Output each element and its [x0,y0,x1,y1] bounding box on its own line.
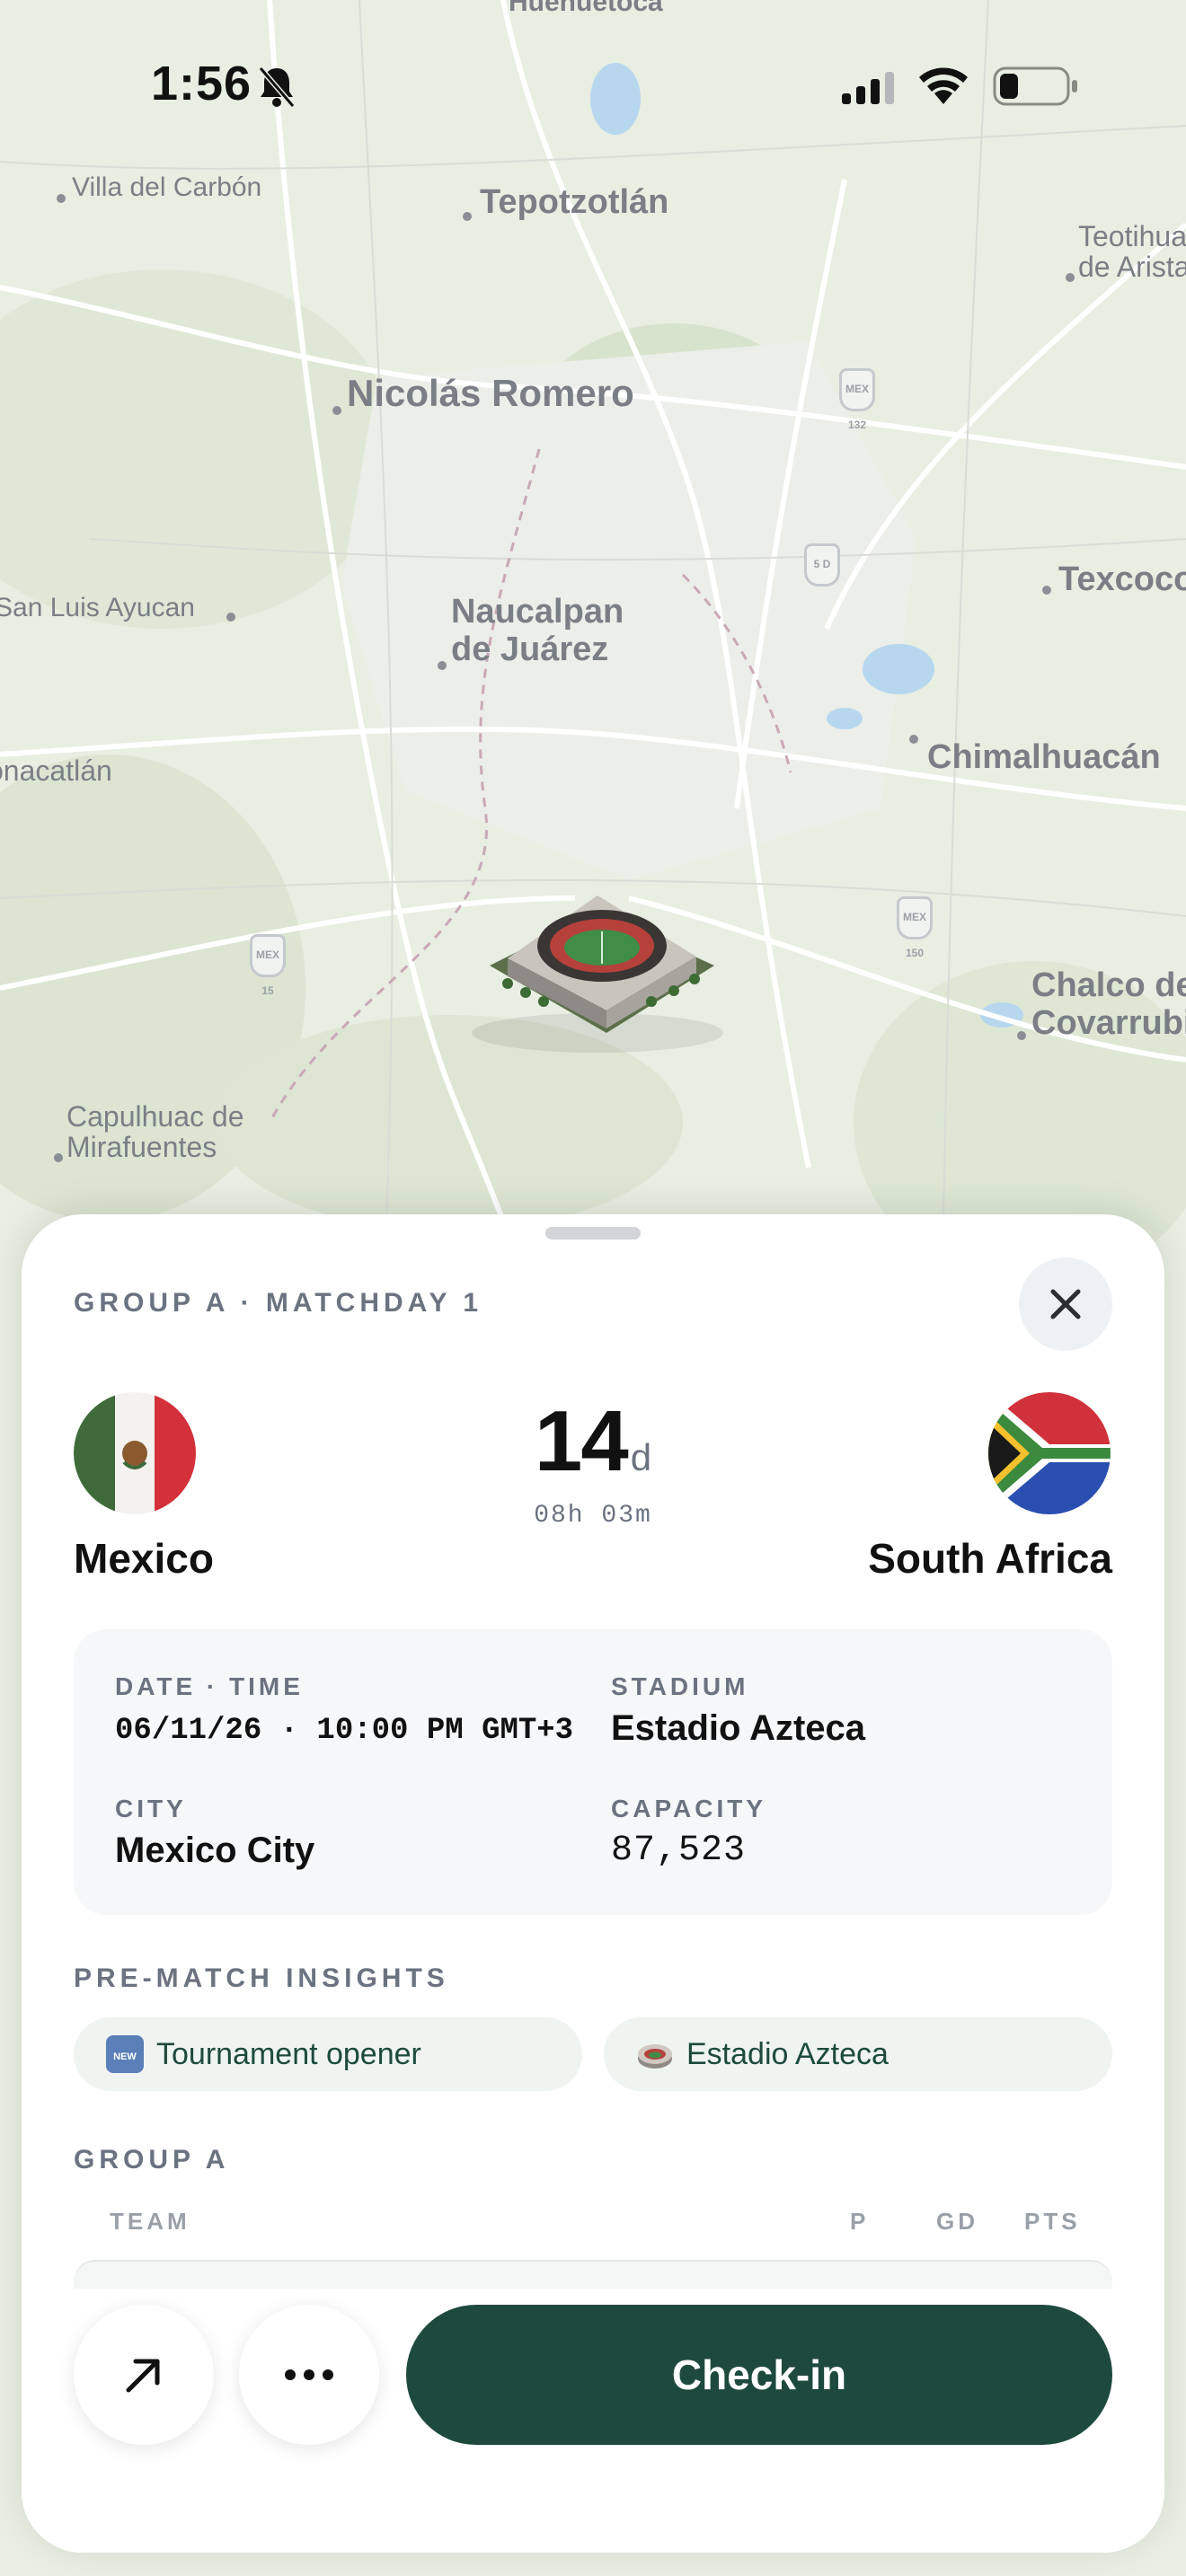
insight-chip-label: Estadio Azteca [686,2036,889,2071]
checkin-button[interactable]: Check-in [406,2305,1112,2445]
standings-title: GROUP A [74,2145,230,2175]
map-label: San Luis Ayucan [0,593,195,622]
sheet-grabber[interactable] [545,1227,641,1239]
stadium-label: STADIUM [611,1672,749,1700]
insight-chip[interactable]: NEW Tournament opener [74,2017,582,2091]
wifi-icon [919,67,968,104]
map-label: Chalco de Covarrubias [1031,966,1186,1042]
map-label-container: Teotihuacán de Arista [1078,221,1186,282]
map-dot [1042,586,1051,595]
countdown: 14d [22,1392,1164,1491]
insight-chip[interactable]: Estadio Azteca [604,2017,1112,2091]
countdown-days: 14 [534,1393,629,1489]
capacity-cell: CAPACITY 87,523 [611,1795,766,1871]
stadium-value: Estadio Azteca [611,1708,866,1748]
highway-shield: MEX 150 [897,896,933,959]
more-button[interactable] [239,2305,379,2445]
date-time-value: 06/11/26 · 10:00 PM GMT+3 [115,1714,574,1748]
countdown-rest: 08h 03m [534,1502,652,1530]
insights-title: PRE-MATCH INSIGHTS [74,1963,449,1993]
map-dot [226,613,235,622]
match-info-card: DATE · TIME 06/11/26 · 10:00 PM GMT+3 ST… [74,1629,1112,1915]
insight-chip-label: Tournament opener [156,2036,421,2071]
map-label: Nicolás Romero [347,372,634,414]
map-label-container: Jonacatlán [0,754,135,794]
map-label: Jonacatlán [0,754,112,787]
map-dot [332,406,341,415]
status-bar: 1:56 [0,0,1186,171]
match-detail-sheet: GROUP A · MATCHDAY 1 Mexico South Africa… [22,1214,1164,2553]
battery-icon [993,66,1077,106]
svg-text:NEW: NEW [113,2051,137,2062]
map-label: Tepotzotlán [480,183,669,221]
column-header-points: PTS [1024,2208,1081,2235]
city-value: Mexico City [115,1831,315,1870]
map-label: Naucalpan de Juárez [451,593,624,668]
silent-bell-icon [258,66,296,108]
date-time-cell: DATE · TIME 06/11/26 · 10:00 PM GMT+3 [115,1672,573,1748]
close-icon [1050,1289,1081,1319]
new-badge-icon: NEW [106,2035,144,2073]
city-cell: CITY Mexico City [115,1795,314,1871]
highway-shield: MEX 15 [250,934,286,997]
close-button[interactable] [1019,1257,1112,1351]
date-time-label: DATE · TIME [115,1672,304,1700]
map-label: Chimalhuacán [927,738,1161,776]
status-time: 1:56 [151,57,252,110]
map-label: Texcoco [1058,560,1186,598]
map-dot [909,735,918,744]
directions-button[interactable] [74,2305,214,2445]
map-label-container: Chalco de Covarrubias [1031,966,1186,1042]
map-dot [57,194,66,203]
map-label: Villa del Carbón [72,172,262,202]
home-team-name: Mexico [74,1535,214,1582]
cellular-signal-icon [842,72,894,104]
map-dot [54,1153,63,1162]
stadium-icon [636,2035,674,2073]
map-label: Teotihuacán de Arista [1078,221,1186,282]
arrow-up-right-icon [126,2359,160,2393]
map-dot [438,661,447,670]
capacity-value: 87,523 [611,1831,747,1871]
capacity-label: CAPACITY [611,1795,767,1822]
highway-shield: MEX 132 [839,368,875,431]
column-header-goal-difference: GD [936,2208,978,2235]
match-group-label: GROUP A · MATCHDAY 1 [74,1288,483,1318]
table-row [74,2260,1112,2289]
city-label: CITY [115,1795,187,1822]
more-dots-icon [285,2369,333,2380]
map-label: Capulhuac de Mirafuentes [66,1100,244,1163]
stadium-marker-icon[interactable] [472,876,723,1055]
map-dot [1066,273,1075,282]
map-dot [463,212,472,221]
column-header-played: P [850,2208,870,2235]
away-team-name: South Africa [868,1535,1112,1582]
map-dot [1017,1031,1026,1040]
column-header-team: TEAM [110,2208,190,2235]
stadium-cell: STADIUM Estadio Azteca [611,1672,865,1749]
highway-shield: 5 D [804,543,840,587]
countdown-unit: d [630,1436,652,1478]
